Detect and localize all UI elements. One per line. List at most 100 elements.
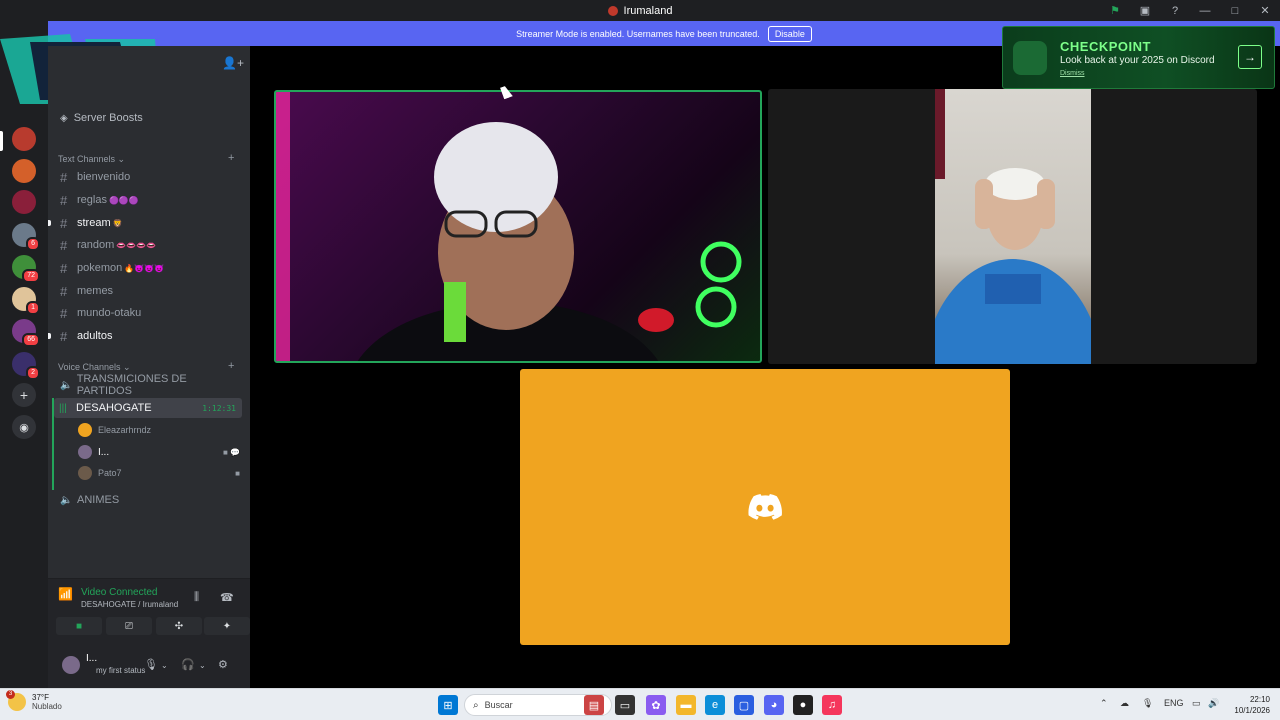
avatar <box>78 466 92 480</box>
headphones-icon[interactable]: 🎧 <box>181 658 195 671</box>
edge-icon[interactable]: e <box>705 695 725 715</box>
settings-gear-icon[interactable]: ⚙ <box>218 658 228 671</box>
disconnect-icon[interactable]: ☎ <box>220 591 234 604</box>
disable-button[interactable]: Disable <box>767 25 812 42</box>
microphone-tray-icon[interactable]: 🎙 <box>1142 698 1153 709</box>
inbox-icon[interactable]: ▣ <box>1130 4 1160 17</box>
avatar <box>78 423 92 437</box>
help-icon[interactable]: ? <box>1160 5 1190 17</box>
user-avatar[interactable] <box>62 656 80 674</box>
server-icon[interactable]: 1 <box>12 287 40 315</box>
server-icon[interactable] <box>12 159 36 183</box>
channel-name: memes <box>77 285 114 297</box>
volume-icon[interactable]: 🔊 <box>1208 698 1219 709</box>
server-icon[interactable] <box>12 127 36 151</box>
voice-user[interactable]: I... ■ 💬 <box>78 443 240 461</box>
channel-item[interactable]: # mundo-otaku <box>60 304 141 322</box>
weather-icon: 3 <box>6 690 26 711</box>
channel-sidebar: 👤+ ◈ Server Boosts Text Channels ⌄ + # bi… <box>48 46 250 688</box>
channel-emoji: 👄👄👄👄 <box>116 240 157 250</box>
server-boosts-label: Server Boosts <box>73 112 143 124</box>
channel-item[interactable]: # pokemon 🔥👿👿👿 <box>60 259 164 277</box>
server-icon[interactable]: 66 <box>12 319 40 347</box>
promo-title: CHECKPOINT <box>1060 39 1151 54</box>
file-explorer-icon[interactable]: ▬ <box>676 695 696 715</box>
discord-taskbar-icon[interactable]: ◕ <box>764 695 784 715</box>
onedrive-icon[interactable]: ☁ <box>1120 698 1129 709</box>
voice-channels-category[interactable]: Voice Channels ⌄ <box>58 362 131 373</box>
weather-desc: Nublado <box>32 702 62 711</box>
video-tile[interactable] <box>520 369 1010 645</box>
start-icon[interactable]: ⊞ <box>438 695 458 715</box>
webcam-feed <box>276 92 742 361</box>
hash-icon: # <box>60 169 68 185</box>
channel-item[interactable]: # memes <box>60 282 113 300</box>
channel-item[interactable]: # stream 🦁 <box>60 214 123 232</box>
close-button[interactable]: ✕ <box>1250 4 1280 17</box>
language-indicator[interactable]: ENG <box>1164 698 1184 708</box>
create-channel-icon[interactable]: + <box>228 152 234 164</box>
video-tile[interactable] <box>768 89 1257 364</box>
channel-item[interactable]: # random 👄👄👄👄 <box>60 236 156 254</box>
channel-item[interactable]: # reglas 🟣🟣🟣 <box>60 191 139 209</box>
chevron-down-icon[interactable]: ⌄ <box>161 661 168 670</box>
copilot-icon[interactable]: ✿ <box>646 695 666 715</box>
hash-icon: # <box>60 192 68 208</box>
noise-suppression-icon[interactable]: ⫼ <box>194 591 199 604</box>
microphone-icon[interactable]: 🎙 <box>144 658 158 671</box>
camera-button[interactable]: ■ <box>56 617 102 635</box>
obs-icon[interactable]: ● <box>793 695 813 715</box>
user-name: Eleazarhrndz <box>98 425 152 435</box>
camera-icon: ■ 💬 <box>222 447 240 457</box>
music-icon[interactable]: ♫ <box>822 695 842 715</box>
voice-channel-item[interactable]: 🔈 ANIMES <box>60 491 242 509</box>
voice-channel-item[interactable]: ||| DESAHOGATE 1:12:31 <box>54 398 242 418</box>
arrow-right-icon[interactable]: → <box>1238 45 1262 69</box>
voice-user[interactable]: Pato7 ■ <box>78 464 240 482</box>
minimize-button[interactable]: — <box>1190 5 1220 17</box>
widget-icon[interactable]: ▤ <box>584 695 604 715</box>
server-icon[interactable]: 2 <box>12 352 40 380</box>
mention-badge: 66 <box>22 333 40 347</box>
network-icon[interactable]: ▭ <box>1192 698 1201 709</box>
boost-icon: ◈ <box>60 112 68 124</box>
chevron-down-icon[interactable]: ⌄ <box>199 661 206 670</box>
channel-item[interactable]: # adultos <box>60 327 112 345</box>
add-server-icon[interactable]: + <box>12 383 36 407</box>
video-tile[interactable] <box>274 90 762 363</box>
voice-channel-item[interactable]: 🔈 TRANSMICIONES DE PARTIDOS <box>60 373 242 397</box>
weather-widget[interactable]: 3 37°F Nublado <box>6 690 62 711</box>
mention-badge: 6 <box>26 237 40 251</box>
clock[interactable]: 22:10 10/1/2026 <box>1228 694 1270 716</box>
checkpoint-promo[interactable]: CHECKPOINT Look back at your 2025 on Dis… <box>1002 26 1275 89</box>
soundboard-button[interactable]: ✦ <box>204 617 250 635</box>
channel-item[interactable]: # bienvenido <box>60 168 130 186</box>
chevron-up-icon[interactable]: ⌃ <box>1100 698 1108 709</box>
create-channel-icon[interactable]: + <box>228 360 234 372</box>
task-view-icon[interactable]: ▭ <box>615 695 635 715</box>
voice-user[interactable]: Eleazarhrndz <box>78 421 240 439</box>
add-member-icon[interactable]: 👤+ <box>222 56 244 70</box>
server-icon[interactable]: 6 <box>12 223 40 251</box>
store-icon[interactable]: ▢ <box>734 695 754 715</box>
voice-channel-name: ANIMES <box>77 494 120 506</box>
server-boosts-item[interactable]: ◈ Server Boosts <box>60 112 143 124</box>
discord-logo-icon <box>748 494 782 520</box>
text-channels-category[interactable]: Text Channels ⌄ <box>58 154 125 165</box>
discover-icon[interactable]: ◉ <box>12 415 36 439</box>
category-label: Text Channels <box>58 154 116 164</box>
activities-button[interactable]: ✣ <box>156 617 202 635</box>
flag-icon[interactable]: ⚑ <box>1100 4 1130 17</box>
screen-share-button[interactable]: ⎚ <box>106 617 152 635</box>
promo-subtitle: Look back at your 2025 on Discord <box>1060 55 1215 66</box>
maximize-button[interactable]: □ <box>1220 5 1250 17</box>
signal-icon[interactable]: 📶 <box>58 587 73 609</box>
voice-connection-status: 📶 Video Connected DESAHOGATE / Irumaland <box>58 587 178 609</box>
server-icon[interactable]: 72 <box>12 255 40 283</box>
server-icon[interactable] <box>12 190 36 214</box>
user-name: Pato7 <box>98 468 122 478</box>
connection-location[interactable]: DESAHOGATE / Irumaland <box>81 600 178 609</box>
dismiss-link[interactable]: Dismiss <box>1060 70 1085 77</box>
camera-icon: ■ <box>235 468 240 478</box>
channel-name: adultos <box>77 330 113 342</box>
